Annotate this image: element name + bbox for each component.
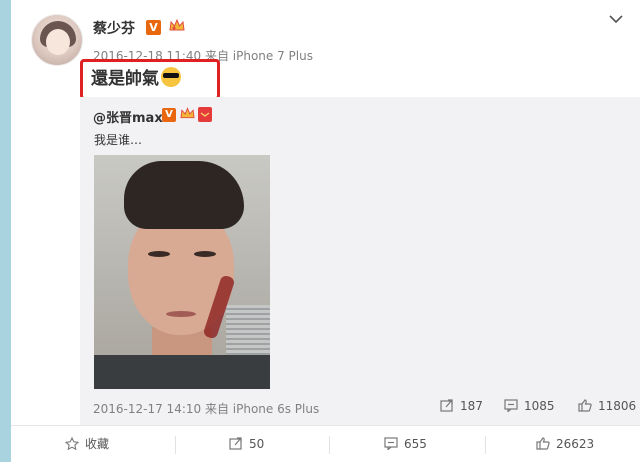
favorite-button[interactable]: 收藏 <box>64 426 110 462</box>
repost-count: 50 <box>249 437 265 451</box>
verified-icon: V <box>146 20 161 35</box>
footer-divider <box>329 436 330 454</box>
repost-comments-button[interactable]: 1085 <box>504 399 555 413</box>
footer-divider <box>485 436 486 454</box>
photo-mouth <box>166 311 196 317</box>
comment-icon <box>384 428 398 451</box>
repost-verified-icon: V <box>162 108 176 122</box>
repost-crown-icon <box>180 106 195 124</box>
page-left-border <box>0 0 11 462</box>
thumbs-up-icon <box>578 399 592 412</box>
photo-hair <box>124 161 244 229</box>
weibo-post-card: 蔡少芬 V 2016-12-18 11:40 来自 iPhone 7 Plus … <box>11 0 640 462</box>
repost-reposts-button[interactable]: 187 <box>440 399 483 413</box>
post-author-name[interactable]: 蔡少芬 <box>93 18 135 38</box>
like-count: 26623 <box>556 437 595 451</box>
repost-comments-count: 1085 <box>524 399 555 413</box>
reposted-content: @张晋max V 我是谁… 2016-12-17 14:10 来自 iPhone… <box>80 97 640 425</box>
like-button[interactable]: 26623 <box>536 426 594 462</box>
repost-timestamp-source: 2016-12-17 14:10 来自 iPhone 6s Plus <box>93 402 320 416</box>
comment-count: 655 <box>404 437 427 451</box>
share-icon <box>229 428 243 450</box>
repost-reposts-count: 187 <box>460 399 483 413</box>
thumbs-up-icon <box>536 428 550 450</box>
star-icon <box>64 428 80 451</box>
photo-left-eye <box>148 251 170 257</box>
footer-divider <box>175 436 176 454</box>
repost-likes-count: 11806 <box>598 399 637 413</box>
photo-shirt <box>94 355 270 389</box>
highlight-annotation-box <box>80 59 220 100</box>
comment-button[interactable]: 655 <box>384 426 427 462</box>
repost-text: 我是谁… <box>94 133 143 147</box>
repost-photo[interactable] <box>94 155 270 389</box>
red-envelope-icon <box>198 107 212 122</box>
photo-right-eye <box>194 251 216 257</box>
share-icon <box>440 399 454 412</box>
repost-likes-button[interactable]: 11806 <box>578 399 636 413</box>
crown-icon <box>168 18 186 36</box>
chevron-down-icon[interactable] <box>609 14 623 28</box>
avatar[interactable] <box>31 14 83 66</box>
post-action-bar: 收藏 50 655 26623 <box>11 425 640 462</box>
repost-button[interactable]: 50 <box>229 426 264 462</box>
favorite-label: 收藏 <box>85 437 110 451</box>
avatar-face <box>46 29 70 55</box>
comment-icon <box>504 399 518 413</box>
repost-author-name[interactable]: @张晋max <box>93 107 163 126</box>
